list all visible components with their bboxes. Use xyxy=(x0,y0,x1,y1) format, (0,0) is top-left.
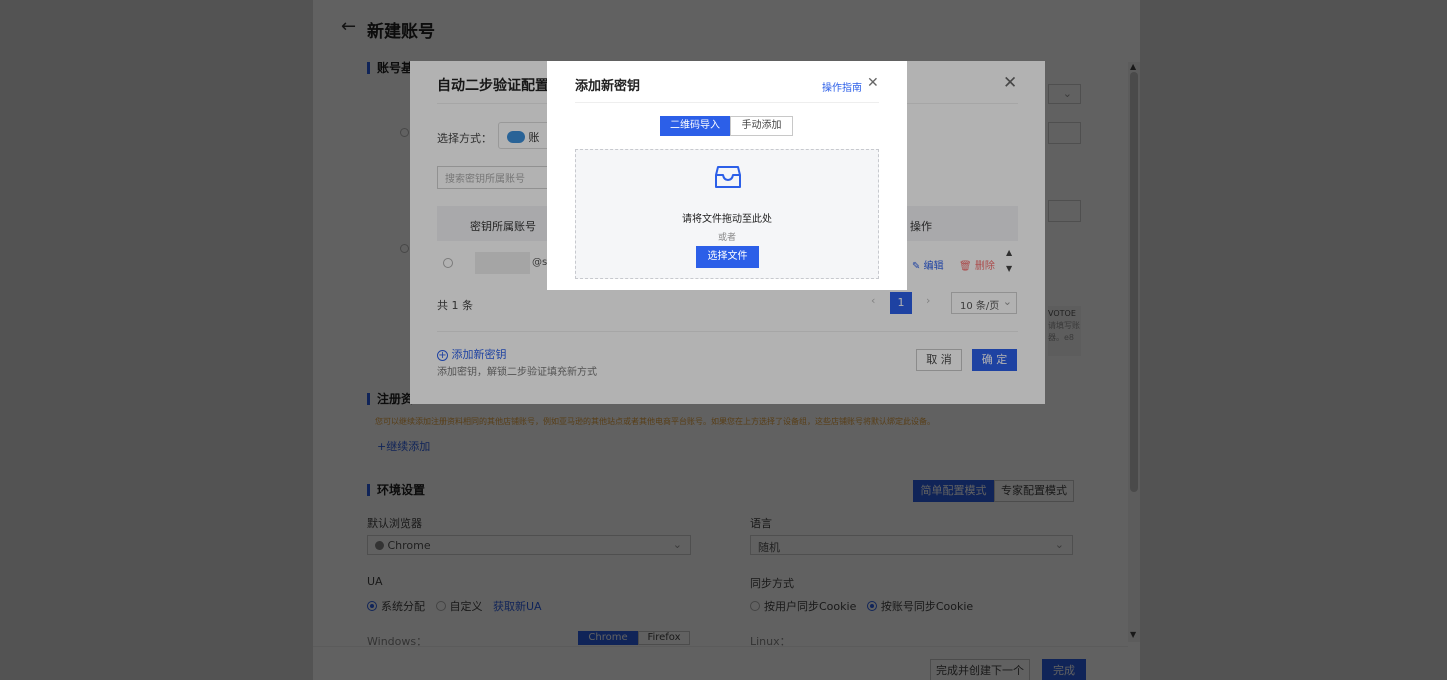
or-text: 或者 xyxy=(717,233,736,243)
choose-file-button[interactable]: 选择文件 xyxy=(696,246,759,268)
dialog2-title: 添加新密钥 xyxy=(575,79,641,94)
tab-manual-add[interactable]: 手动添加 xyxy=(730,116,793,136)
inbox-icon xyxy=(715,166,741,188)
guide-link[interactable]: 操作指南 xyxy=(822,79,862,94)
drop-text: 请将文件拖动至此处 xyxy=(682,214,772,225)
file-dropzone[interactable]: 请将文件拖动至此处 或者 选择文件 xyxy=(575,149,879,279)
add-key-dialog: 添加新密钥 操作指南 ✕ 二维码导入 手动添加 请将文件拖动至此处 或者 选择文… xyxy=(547,61,907,290)
tab-qr-import[interactable]: 二维码导入 xyxy=(660,116,730,136)
divider xyxy=(575,102,879,103)
close-icon[interactable]: ✕ xyxy=(867,75,879,91)
